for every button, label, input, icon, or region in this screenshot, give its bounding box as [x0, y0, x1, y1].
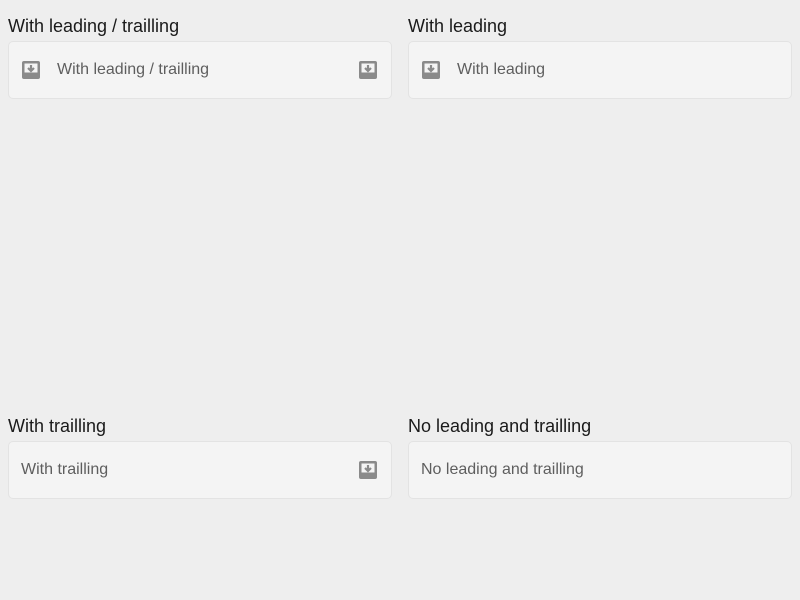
field-text: With leading — [457, 61, 546, 78]
section-leading: With leading With leading — [408, 14, 792, 99]
download-box-icon[interactable] — [358, 60, 378, 80]
section-no-leading-trailing: No leading and trailling No leading and … — [408, 414, 792, 499]
download-box-icon[interactable] — [358, 460, 378, 480]
text-field-plain[interactable]: No leading and trailling — [408, 441, 792, 499]
section-leading-trailing: With leading / trailling With leading / … — [8, 14, 392, 99]
section-title: With leading / trailling — [8, 16, 180, 36]
section-title: With leading — [408, 16, 508, 36]
section-trailing: With trailling With trailling — [8, 414, 392, 499]
demo-grid: With leading / trailling With leading / … — [0, 0, 800, 600]
download-box-icon[interactable] — [421, 60, 441, 80]
field-text: With trailling — [21, 461, 109, 478]
text-field-trailing[interactable]: With trailling — [8, 441, 392, 499]
section-title: No leading and trailling — [408, 416, 592, 436]
text-field-leading-trailing[interactable]: With leading / trailling — [8, 41, 392, 99]
download-box-icon[interactable] — [21, 60, 41, 80]
field-text: With leading / trailling — [57, 61, 210, 78]
section-title: With trailling — [8, 416, 107, 436]
field-text: No leading and trailling — [421, 461, 584, 478]
text-field-leading[interactable]: With leading — [408, 41, 792, 99]
